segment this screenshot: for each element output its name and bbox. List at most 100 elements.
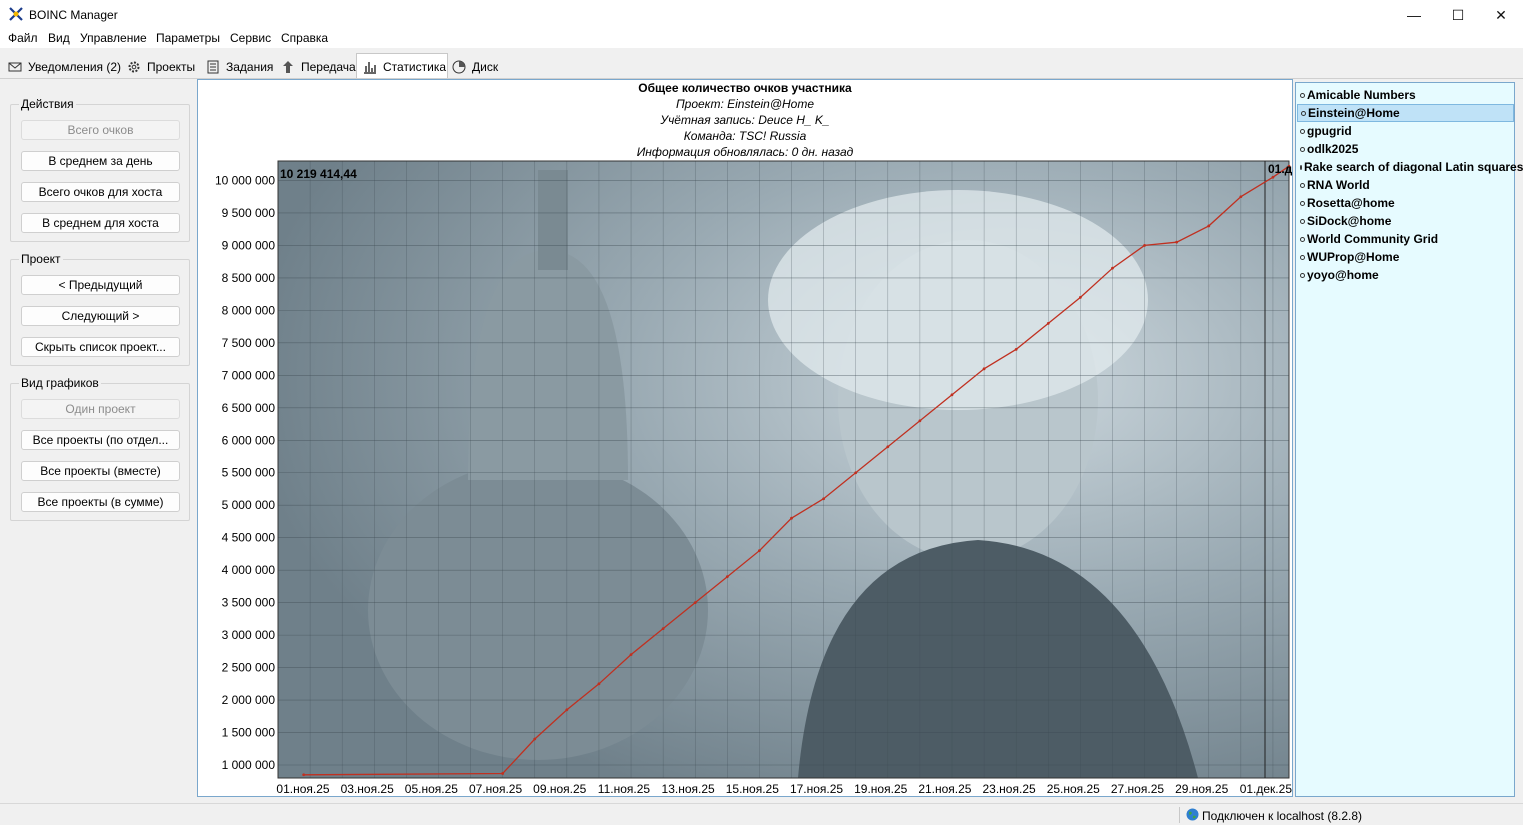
tab-transfers[interactable]: Передача [281, 55, 356, 78]
x-tick-label: 25.ноя.25 [1047, 782, 1100, 796]
globe-icon [1186, 808, 1199, 821]
tab-label: Передача [301, 59, 356, 74]
data-point [822, 497, 826, 501]
data-point [597, 682, 601, 686]
y-tick-label: 9 000 000 [222, 238, 276, 252]
chart-header: Общее количество очков участника Проект: … [637, 81, 854, 159]
next-project-button[interactable]: Следующий > [21, 306, 180, 326]
data-point [918, 419, 922, 423]
project-list-item[interactable]: Rosetta@home [1297, 194, 1514, 212]
menu-help[interactable]: Справка [281, 31, 328, 45]
y-tick-label: 7 000 000 [222, 368, 276, 382]
project-name: Rosetta@home [1307, 196, 1395, 210]
host-total-button[interactable]: Всего очков для хоста [21, 182, 180, 202]
y-tick-label: 4 000 000 [222, 563, 276, 577]
x-tick-label: 09.ноя.25 [533, 782, 586, 796]
project-list-item[interactable]: Rake search of diagonal Latin squares [1297, 158, 1523, 176]
y-tick-label: 6 000 000 [222, 433, 276, 447]
data-point [950, 393, 954, 397]
daily-average-button[interactable]: В среднем за день [21, 151, 180, 171]
project-list-item[interactable]: Einstein@Home [1297, 104, 1514, 122]
x-tick-label: 01.дек.25 [1240, 782, 1292, 796]
project-list-item[interactable]: SiDock@home [1297, 212, 1514, 230]
tab-notices[interactable]: Уведомления (2) [8, 55, 121, 78]
chart-title: Общее количество очков участника [638, 81, 852, 95]
data-point [1207, 224, 1211, 228]
y-tick-label: 6 500 000 [222, 401, 276, 415]
y-tick-label: 2 500 000 [222, 661, 276, 675]
close-button[interactable]: ✕ [1479, 0, 1523, 30]
project-group-title: Проект [19, 252, 63, 266]
y-axis-ticks: 1 000 000 1 500 000 2 000 000 2 500 000 3 00… [215, 173, 275, 772]
tab-disk[interactable]: Диск [452, 55, 498, 78]
menu-control[interactable]: Управление [80, 31, 147, 45]
project-name: Amicable Numbers [1307, 88, 1416, 102]
bullet-icon [1300, 272, 1305, 278]
tab-projects[interactable]: Проекты [127, 55, 195, 78]
tab-statistics[interactable]: Статистика [356, 53, 448, 79]
statistics-chart-panel: Общее количество очков участника Проект: … [197, 79, 1293, 797]
data-point [982, 367, 986, 371]
project-name: World Community Grid [1307, 232, 1439, 246]
project-list-item[interactable]: WUProp@Home [1297, 248, 1514, 266]
maximize-button[interactable]: ☐ [1436, 0, 1480, 30]
hide-project-list-button[interactable]: Скрыть список проект... [21, 337, 180, 357]
data-point [886, 445, 890, 449]
y-tick-label: 1 500 000 [222, 726, 276, 740]
data-point [1111, 266, 1114, 270]
window-title: BOINC Manager [29, 8, 118, 22]
graph-view-group-title: Вид графиков [19, 376, 101, 390]
all-projects-separate-button[interactable]: Все проекты (по отдел... [21, 430, 180, 450]
project-name: Rake search of diagonal Latin squares [1304, 160, 1523, 174]
x-tick-label: 15.ноя.25 [726, 782, 779, 796]
gear-icon [128, 61, 140, 72]
bullet-icon [1300, 200, 1305, 206]
minimize-button[interactable]: — [1392, 0, 1436, 30]
data-point [661, 627, 665, 631]
tab-label: Статистика [383, 59, 447, 74]
menu-tools[interactable]: Сервис [230, 31, 271, 45]
project-name: RNA World [1307, 178, 1370, 192]
project-list-item[interactable]: RNA World [1297, 176, 1514, 194]
menu-view[interactable]: Вид [48, 31, 70, 45]
bullet-icon [1300, 92, 1305, 98]
tab-bar: Уведомления (2) Проекты Задания Передача… [0, 52, 1523, 79]
x-tick-label: 01.ноя.25 [276, 782, 329, 796]
bullet-icon [1300, 182, 1305, 188]
data-point [693, 601, 697, 605]
data-point [1078, 295, 1082, 299]
tab-tasks[interactable]: Задания [206, 55, 273, 78]
previous-project-button[interactable]: < Предыдущий [21, 275, 180, 295]
chart-info-line: Команда: TSC! Russia [684, 129, 807, 143]
one-project-button[interactable]: Один проект [21, 399, 180, 419]
tab-label: Проекты [147, 59, 196, 74]
project-list-item[interactable]: yoyo@home [1297, 266, 1514, 284]
host-average-button[interactable]: В среднем для хоста [21, 213, 180, 233]
project-list-item[interactable]: World Community Grid [1297, 230, 1514, 248]
all-projects-sum-button[interactable]: Все проекты (в сумме) [21, 492, 180, 512]
data-point [1014, 347, 1018, 351]
project-list-item[interactable]: Amicable Numbers [1297, 86, 1514, 104]
bullet-icon [1300, 146, 1305, 152]
project-list-item[interactable]: odlk2025 [1297, 140, 1514, 158]
data-point [565, 708, 569, 712]
data-point [1239, 195, 1243, 199]
data-point [1143, 244, 1146, 247]
connection-status: Подключен к localhost (8.2.8) [1202, 809, 1363, 823]
menu-options[interactable]: Параметры [156, 31, 220, 45]
x-tick-label: 05.ноя.25 [405, 782, 458, 796]
project-list-item[interactable]: gpugrid [1297, 122, 1514, 140]
x-tick-label: 19.ноя.25 [854, 782, 907, 796]
all-projects-together-button[interactable]: Все проекты (вместе) [21, 461, 180, 481]
y-tick-label: 5 500 000 [222, 466, 276, 480]
menu-file[interactable]: Файл [8, 31, 38, 45]
x-tick-label: 03.ноя.25 [341, 782, 394, 796]
bullet-icon [1300, 254, 1305, 260]
y-tick-label: 3 000 000 [222, 628, 276, 642]
y-tick-label: 8 500 000 [222, 271, 276, 285]
disk-icon [452, 60, 466, 73]
total-points-button[interactable]: Всего очков [21, 120, 180, 140]
graph-view-group: Вид графиков Один проект Все проекты (по… [10, 376, 190, 521]
y-tick-label: 1 000 000 [222, 758, 276, 772]
chart-info-line: Учётная запись: Deuce H_ K_ [659, 113, 829, 127]
